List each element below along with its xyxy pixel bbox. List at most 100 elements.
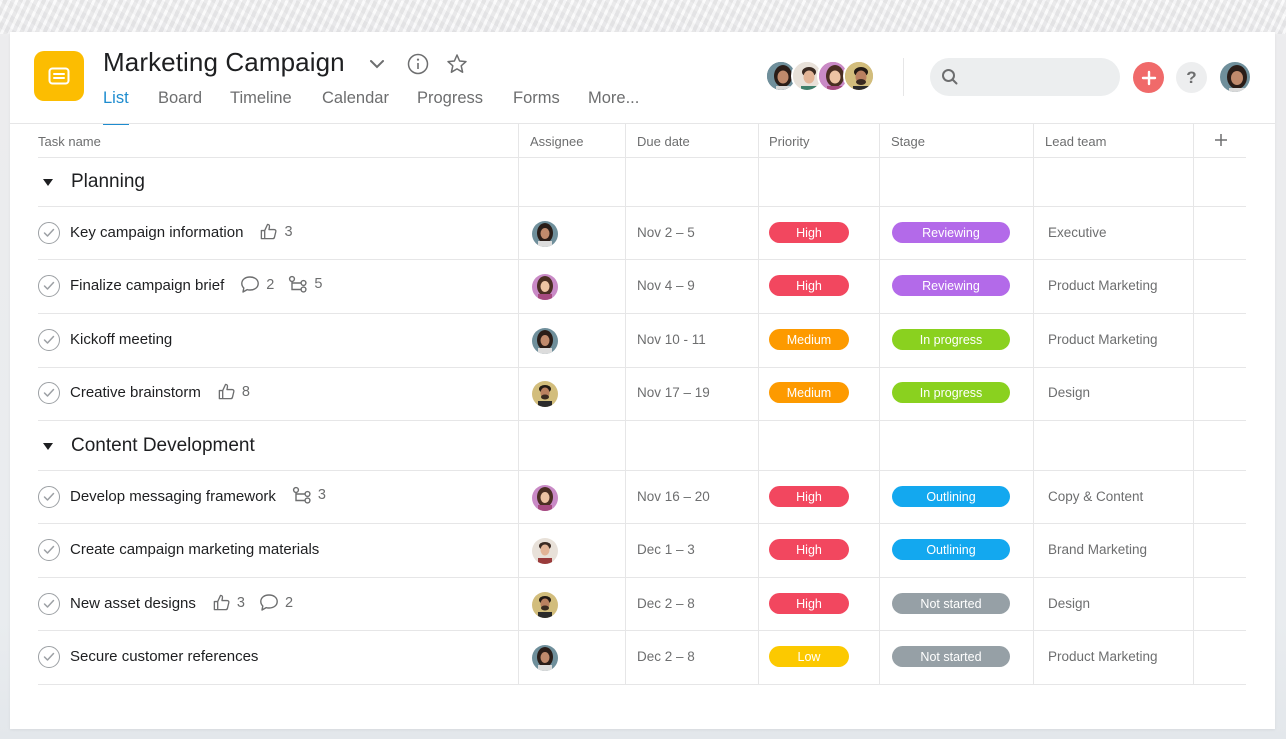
assignee-avatar[interactable] xyxy=(532,328,558,354)
task-name[interactable]: Key campaign information xyxy=(70,224,243,241)
assignee-avatar[interactable] xyxy=(532,221,558,247)
task-name[interactable]: Creative brainstorm xyxy=(70,384,201,401)
complete-task-checkbox[interactable] xyxy=(38,486,60,508)
section-header-content-development[interactable]: Content Development xyxy=(41,435,255,457)
complete-task-checkbox[interactable] xyxy=(38,222,60,244)
tab-list[interactable]: List xyxy=(103,89,129,125)
column-header-due-date[interactable]: Due date xyxy=(626,124,690,158)
assignee-avatar[interactable] xyxy=(532,645,558,671)
column-header-assignee[interactable]: Assignee xyxy=(519,124,583,158)
search-input[interactable] xyxy=(930,58,1120,96)
complete-task-checkbox[interactable] xyxy=(38,329,60,351)
task-row[interactable]: Create campaign marketing materials Dec 1… xyxy=(38,524,1246,577)
add-button[interactable] xyxy=(1133,62,1164,93)
complete-task-checkbox[interactable] xyxy=(38,382,60,404)
task-name[interactable]: Secure customer references xyxy=(70,648,258,665)
task-row[interactable]: Secure customer references Dec 2 – 8 Low No… xyxy=(38,631,1246,684)
stage-badge[interactable]: Outlining xyxy=(892,539,1010,560)
subtask-icon[interactable] xyxy=(292,486,312,504)
due-date[interactable]: Nov 17 – 19 xyxy=(637,385,710,400)
complete-task-checkbox[interactable] xyxy=(38,593,60,615)
info-icon[interactable] xyxy=(406,52,430,76)
tab-more[interactable]: More... xyxy=(588,89,639,125)
task-row[interactable]: Creative brainstorm Nov 17 – 19 Medium In p… xyxy=(38,367,1246,420)
stage-badge[interactable]: Not started xyxy=(892,646,1010,667)
column-header-lead-team[interactable]: Lead team xyxy=(1034,124,1106,158)
assignee-avatar[interactable] xyxy=(532,381,558,407)
task-name[interactable]: Create campaign marketing materials xyxy=(70,541,319,558)
complete-task-checkbox[interactable] xyxy=(38,646,60,668)
task-name[interactable]: Develop messaging framework xyxy=(70,488,276,505)
priority-badge[interactable]: High xyxy=(769,486,849,507)
add-column-button[interactable] xyxy=(1211,130,1231,150)
stage-badge[interactable]: Reviewing xyxy=(892,275,1010,296)
subtasks[interactable]: 3 xyxy=(292,486,326,504)
lead-team[interactable]: Copy & Content xyxy=(1048,489,1143,504)
assignee-avatar[interactable] xyxy=(532,592,558,618)
task-name[interactable]: Finalize campaign brief xyxy=(70,277,224,294)
comments[interactable]: 2 xyxy=(240,275,274,294)
assignee-avatar[interactable] xyxy=(532,485,558,511)
caret-down-icon[interactable] xyxy=(43,178,53,186)
tab-timeline[interactable]: Timeline xyxy=(230,89,292,125)
help-button[interactable]: ? xyxy=(1176,62,1207,93)
thumbs-up-icon[interactable] xyxy=(212,593,231,612)
assignee-avatar[interactable] xyxy=(532,274,558,300)
column-header-task[interactable]: Task name xyxy=(27,124,101,158)
thumbs-up-icon[interactable] xyxy=(259,222,278,241)
lead-team[interactable]: Brand Marketing xyxy=(1048,542,1147,557)
column-header-priority[interactable]: Priority xyxy=(758,124,809,158)
due-date[interactable]: Nov 2 – 5 xyxy=(637,225,695,240)
user-avatar[interactable] xyxy=(1218,60,1252,94)
star-icon[interactable] xyxy=(445,52,469,76)
priority-badge[interactable]: Medium xyxy=(769,382,849,403)
priority-badge[interactable]: High xyxy=(769,222,849,243)
task-name[interactable]: Kickoff meeting xyxy=(70,331,172,348)
stage-badge[interactable]: In progress xyxy=(892,329,1010,350)
lead-team[interactable]: Design xyxy=(1048,596,1090,611)
priority-badge[interactable]: High xyxy=(769,275,849,296)
due-date[interactable]: Nov 10 - 11 xyxy=(637,332,706,347)
priority-badge[interactable]: High xyxy=(769,539,849,560)
comments[interactable]: 2 xyxy=(259,593,293,612)
task-name[interactable]: New asset designs xyxy=(70,595,196,612)
project-title[interactable]: Marketing Campaign xyxy=(103,47,345,78)
tab-forms[interactable]: Forms xyxy=(513,89,560,125)
task-row[interactable]: New asset designs Dec 2 – 8 High Not starte… xyxy=(38,578,1246,631)
tab-calendar[interactable]: Calendar xyxy=(322,89,389,125)
likes[interactable]: 8 xyxy=(217,382,250,401)
due-date[interactable]: Nov 16 – 20 xyxy=(637,489,710,504)
column-header-stage[interactable]: Stage xyxy=(880,124,925,158)
caret-down-icon[interactable] xyxy=(43,442,53,450)
assignee-avatar[interactable] xyxy=(532,538,558,564)
complete-task-checkbox[interactable] xyxy=(38,539,60,561)
lead-team[interactable]: Executive xyxy=(1048,225,1107,240)
stage-badge[interactable]: In progress xyxy=(892,382,1010,403)
subtasks[interactable]: 5 xyxy=(288,275,322,293)
due-date[interactable]: Dec 2 – 8 xyxy=(637,649,695,664)
task-row[interactable]: Key campaign information Nov 2 – 5 High Rev… xyxy=(38,207,1246,260)
due-date[interactable]: Nov 4 – 9 xyxy=(637,278,695,293)
likes[interactable]: 3 xyxy=(259,222,293,241)
likes[interactable]: 3 xyxy=(212,593,245,612)
lead-team[interactable]: Product Marketing xyxy=(1048,649,1158,664)
stage-badge[interactable]: Reviewing xyxy=(892,222,1010,243)
project-icon[interactable] xyxy=(34,51,84,101)
priority-badge[interactable]: Medium xyxy=(769,329,849,350)
lead-team[interactable]: Design xyxy=(1048,385,1090,400)
lead-team[interactable]: Product Marketing xyxy=(1048,332,1158,347)
chevron-down-icon[interactable] xyxy=(365,52,389,76)
priority-badge[interactable]: High xyxy=(769,593,849,614)
section-header-planning[interactable]: Planning xyxy=(41,171,145,193)
stage-badge[interactable]: Not started xyxy=(892,593,1010,614)
lead-team[interactable]: Product Marketing xyxy=(1048,278,1158,293)
subtask-icon[interactable] xyxy=(288,275,308,293)
stage-badge[interactable]: Outlining xyxy=(892,486,1010,507)
due-date[interactable]: Dec 2 – 8 xyxy=(637,596,695,611)
complete-task-checkbox[interactable] xyxy=(38,275,60,297)
due-date[interactable]: Dec 1 – 3 xyxy=(637,542,695,557)
task-row[interactable]: Develop messaging framework Nov 16 – 20 Hi… xyxy=(38,471,1246,524)
tab-progress[interactable]: Progress xyxy=(417,89,483,125)
comment-icon[interactable] xyxy=(240,275,260,294)
priority-badge[interactable]: Low xyxy=(769,646,849,667)
